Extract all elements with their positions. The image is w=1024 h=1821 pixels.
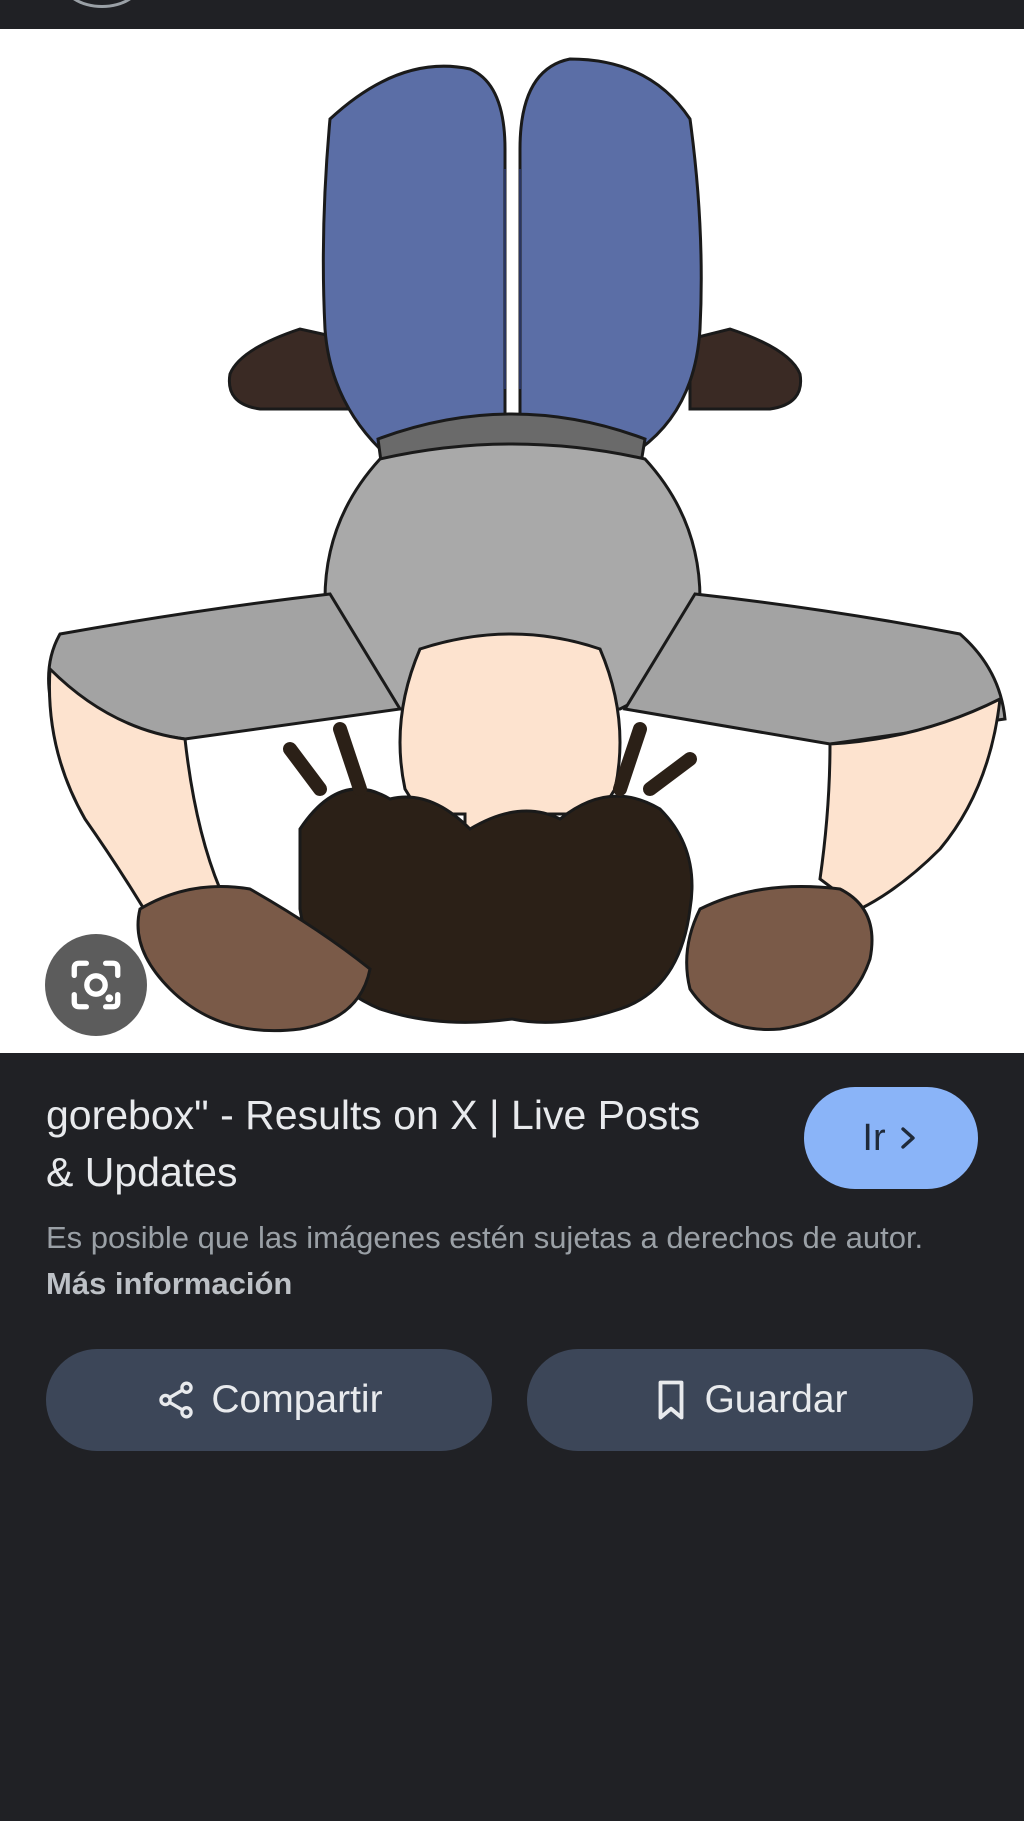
more-info-link[interactable]: Más información: [46, 1266, 292, 1301]
share-button[interactable]: Compartir: [46, 1349, 492, 1451]
google-lens-icon: [67, 956, 125, 1014]
copyright-notice-text: Es posible que las imágenes estén sujeta…: [46, 1220, 924, 1255]
save-button[interactable]: Guardar: [527, 1349, 973, 1451]
result-info-panel: gorebox" - Results on X | Live Posts & U…: [0, 1053, 1024, 1821]
share-button-label: Compartir: [211, 1378, 383, 1421]
copyright-notice: Es posible que las imágenes estén sujeta…: [46, 1215, 976, 1307]
bookmark-icon: [652, 1379, 690, 1421]
save-button-label: Guardar: [704, 1378, 848, 1421]
result-image: [47, 57, 1007, 1033]
top-bar: [0, 0, 1024, 29]
visit-button[interactable]: Ir: [804, 1087, 978, 1189]
chevron-right-icon: [896, 1124, 920, 1152]
google-lens-button[interactable]: [45, 934, 147, 1036]
avatar-arc-icon[interactable]: [62, 0, 142, 8]
visit-button-label: Ir: [862, 1116, 886, 1159]
image-preview[interactable]: [0, 29, 1024, 1053]
result-title[interactable]: gorebox" - Results on X | Live Posts & U…: [46, 1087, 726, 1201]
share-icon: [155, 1379, 197, 1421]
